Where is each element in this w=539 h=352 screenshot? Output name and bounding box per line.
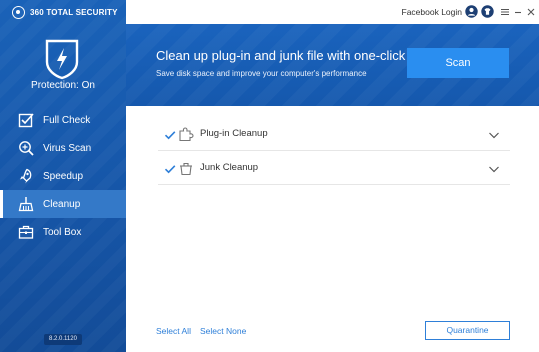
brand: 360 TOTAL SECURITY (12, 5, 118, 19)
user-icon[interactable] (465, 5, 478, 18)
item-label: Plug-in Cleanup (200, 128, 268, 139)
sidebar-item-cleanup[interactable]: Cleanup (0, 190, 126, 218)
minimize-icon[interactable] (511, 5, 524, 18)
check-box-icon (17, 112, 34, 129)
cleanup-panel: Plug-in Cleanup Junk Cleanup Select All … (126, 106, 539, 352)
plugin-cleanup-checkbox[interactable] (164, 128, 176, 140)
sidebar-item-label: Virus Scan (43, 142, 92, 154)
facebook-login-link[interactable]: Facebook Login (402, 7, 463, 17)
select-none-link[interactable]: Select None (200, 326, 246, 336)
sidebar-item-label: Speedup (43, 170, 84, 182)
sidebar: 360 TOTAL SECURITY Protection: On Full C… (0, 0, 126, 352)
trash-icon (178, 160, 194, 176)
banner-title: Clean up plug-in and junk file with one-… (156, 48, 406, 63)
version-label: 8.2.0.1120 (44, 334, 82, 345)
select-all-link[interactable]: Select All (156, 326, 191, 336)
broom-icon (17, 196, 34, 213)
protection-status: Protection: On (31, 80, 95, 91)
shirt-icon[interactable] (481, 5, 494, 18)
brand-logo-icon (12, 5, 25, 19)
list-item-junk-cleanup[interactable]: Junk Cleanup (158, 151, 510, 185)
sidebar-item-virus-scan[interactable]: Virus Scan (0, 134, 126, 162)
quarantine-button[interactable]: Quarantine (425, 321, 510, 340)
sidebar-item-label: Full Check (43, 114, 91, 126)
banner-subtitle: Save disk space and improve your compute… (156, 69, 367, 78)
item-label: Junk Cleanup (200, 162, 259, 173)
puzzle-icon (178, 126, 194, 142)
virus-scan-icon (17, 140, 34, 157)
sidebar-item-label: Tool Box (43, 226, 82, 238)
toolbox-icon (17, 224, 34, 241)
scan-button[interactable]: Scan (407, 48, 509, 78)
brand-name: 360 TOTAL SECURITY (30, 7, 118, 17)
sidebar-item-label: Cleanup (43, 198, 81, 210)
chevron-down-icon[interactable] (488, 128, 500, 140)
sidebar-nav: Full Check Virus Scan Speedup Cleanup To… (0, 106, 126, 246)
sidebar-item-speedup[interactable]: Speedup (0, 162, 126, 190)
cleanup-banner: Clean up plug-in and junk file with one-… (126, 24, 539, 106)
junk-cleanup-checkbox[interactable] (164, 162, 176, 174)
menu-icon[interactable] (498, 5, 511, 18)
sidebar-item-tool-box[interactable]: Tool Box (0, 218, 126, 246)
chevron-down-icon[interactable] (488, 162, 500, 174)
rocket-icon (17, 168, 34, 185)
shield-icon[interactable] (44, 38, 80, 80)
sidebar-item-full-check[interactable]: Full Check (0, 106, 126, 134)
list-item-plugin-cleanup[interactable]: Plug-in Cleanup (158, 117, 510, 151)
close-icon[interactable] (524, 5, 537, 18)
title-bar: Facebook Login (126, 0, 539, 24)
